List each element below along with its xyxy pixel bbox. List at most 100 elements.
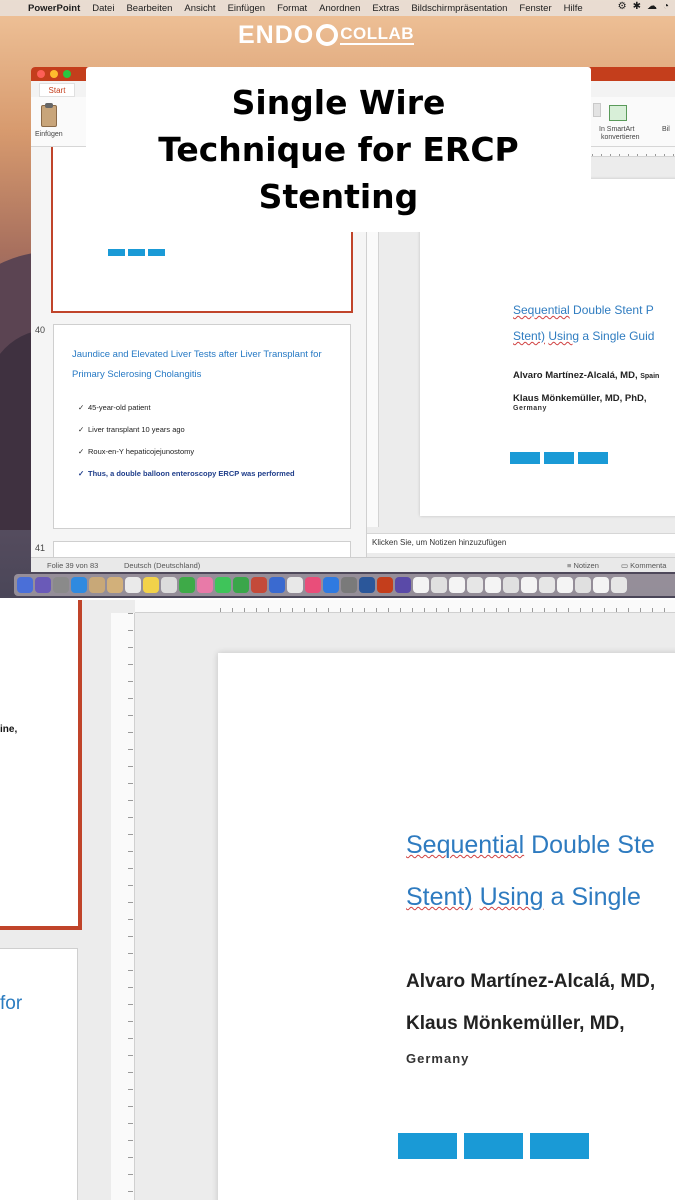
slide-number: 41 — [35, 543, 46, 553]
window-thumbnail-icon[interactable] — [431, 577, 447, 593]
wifi-icon[interactable]: ◔ — [663, 1, 669, 12]
paste-label: Einfügen — [35, 131, 63, 138]
menu-format[interactable]: Format — [277, 3, 307, 14]
zoomed-button-row — [398, 1133, 589, 1159]
logo-endo-text: ENDO — [238, 20, 315, 49]
notes-app-icon[interactable] — [107, 577, 123, 593]
minimize-window-button[interactable] — [50, 70, 58, 78]
zoom-window-button[interactable] — [63, 70, 71, 78]
reminders-icon[interactable] — [161, 577, 177, 593]
keynote-icon[interactable] — [269, 577, 285, 593]
slide-authors[interactable]: Alvaro Martínez-Alcalá, MD, Spain Klaus … — [513, 365, 659, 410]
comments-button[interactable]: ▭ Kommenta — [621, 561, 666, 570]
picture-label: Bil — [662, 126, 670, 133]
slide-blue-button — [510, 452, 540, 464]
list-item: ✓ Thus, a double balloon enteroscopy ERCP… — [78, 469, 295, 478]
close-window-button[interactable] — [37, 70, 45, 78]
safari-icon[interactable] — [71, 577, 87, 593]
facetime-icon[interactable] — [233, 577, 249, 593]
launchpad-icon[interactable] — [53, 577, 69, 593]
music-icon[interactable] — [305, 577, 321, 593]
zoomed-country: Germany — [406, 1051, 470, 1066]
menu-einfuegen[interactable]: Einfügen — [228, 3, 266, 14]
slide-blue-button — [464, 1133, 523, 1159]
menu-ansicht[interactable]: Ansicht — [184, 3, 215, 14]
stickies-icon[interactable] — [143, 577, 159, 593]
window-thumbnail-icon[interactable] — [521, 577, 537, 593]
check-icon: ✓ — [78, 447, 85, 456]
menubar-tray: ⚙ ✱ ☁ ◔ — [618, 1, 669, 12]
ribbon-scroll-button[interactable] — [593, 103, 601, 117]
menu-hilfe[interactable]: Hilfe — [564, 3, 583, 14]
macos-menubar: PowerPoint Datei Bearbeiten Ansicht Einf… — [0, 0, 675, 16]
slide-button-row — [510, 452, 608, 464]
slide-blue-button — [128, 249, 145, 256]
window-thumbnail-icon[interactable] — [467, 577, 483, 593]
notes-field[interactable]: Klicken Sie, um Notizen hinzuzufügen — [367, 533, 675, 553]
tab-start[interactable]: Start — [39, 83, 75, 97]
menu-bildschirmpraesentation[interactable]: Bildschirmpräsentation — [411, 3, 507, 14]
zoomed-author-2: Klaus Mönkemüller, MD, — [406, 1013, 625, 1034]
slide-blue-button — [108, 249, 125, 256]
slide-blue-button — [578, 452, 608, 464]
slide-blue-button — [544, 452, 574, 464]
notes-button[interactable]: ≡ Notizen — [567, 561, 599, 570]
app-store-icon[interactable] — [323, 577, 339, 593]
video-title-overlay: Single Wire Technique for ERCP Stenting — [86, 67, 591, 232]
window-thumbnail-icon[interactable] — [593, 577, 609, 593]
macos-dock — [14, 574, 675, 596]
status-bar: Folie 39 von 83 Deutsch (Deutschland) ≡ … — [31, 557, 675, 572]
smartart-label-2: konvertieren — [601, 134, 640, 141]
list-item: ✓ Liver transplant 10 years ago — [78, 425, 185, 434]
thumbnail-slide-40[interactable]: Jaundice and Elevated Liver Tests after … — [53, 324, 351, 529]
contacts-icon[interactable] — [89, 577, 105, 593]
maps-icon[interactable] — [179, 577, 195, 593]
menu-bearbeiten[interactable]: Bearbeiten — [126, 3, 172, 14]
window-thumbnail-icon[interactable] — [413, 577, 429, 593]
window-thumbnail-icon[interactable] — [539, 577, 555, 593]
word-icon[interactable] — [359, 577, 375, 593]
list-item: ✓ Roux-en-Y hepaticojejunostomy — [78, 447, 195, 456]
finder-icon[interactable] — [17, 577, 33, 593]
powerpoint-icon[interactable] — [377, 577, 393, 593]
slide-number: 40 — [35, 325, 46, 335]
list-item: ✓ 45-year-old patient — [78, 403, 151, 412]
window-thumbnail-icon[interactable] — [575, 577, 591, 593]
smartart-icon[interactable] — [609, 105, 627, 121]
window-thumbnail-icon[interactable] — [485, 577, 501, 593]
window-thumbnail-icon[interactable] — [611, 577, 627, 593]
gear-icon[interactable]: ⚙ — [618, 1, 627, 12]
menu-fenster[interactable]: Fenster — [519, 3, 551, 14]
thumbnail-text-fragment: for — [0, 993, 23, 1014]
desktop-screenshot: PowerPoint Datei Bearbeiten Ansicht Einf… — [0, 0, 675, 598]
logo-collab-text: COLLAB — [340, 24, 415, 45]
language-indicator[interactable]: Deutsch (Deutschland) — [124, 561, 200, 570]
zoomed-slide-view: ine, for Sequential Double Ste Stent) Us… — [0, 600, 675, 1200]
slide-title[interactable]: Sequential Double Stent P Stent) Using a… — [513, 297, 654, 349]
siri-icon[interactable] — [35, 577, 51, 593]
menu-extras[interactable]: Extras — [372, 3, 399, 14]
slide-country[interactable]: Germany — [513, 405, 547, 412]
video-title: Single Wire Technique for ERCP Stenting — [158, 83, 519, 216]
window-thumbnail-icon[interactable] — [503, 577, 519, 593]
cloud-icon[interactable]: ☁ — [647, 1, 657, 12]
menu-anordnen[interactable]: Anordnen — [319, 3, 360, 14]
app-icon[interactable] — [395, 577, 411, 593]
menu-datei[interactable]: Datei — [92, 3, 114, 14]
menu-app-name[interactable]: PowerPoint — [28, 3, 80, 14]
check-icon: ✓ — [78, 425, 85, 434]
zoomed-title-line-2: Stent) Using a Single — [406, 883, 641, 911]
check-icon: ✓ — [78, 469, 85, 478]
bluetooth-icon[interactable]: ✱ — [633, 1, 641, 12]
logo-ring-icon — [316, 24, 339, 46]
calendar-icon[interactable] — [125, 577, 141, 593]
photo-booth-icon[interactable] — [251, 577, 267, 593]
window-thumbnail-icon[interactable] — [557, 577, 573, 593]
system-preferences-icon[interactable] — [341, 577, 357, 593]
window-thumbnail-icon[interactable] — [449, 577, 465, 593]
paste-icon[interactable] — [41, 103, 57, 127]
messages-icon[interactable] — [215, 577, 231, 593]
numbers-icon[interactable] — [287, 577, 303, 593]
slide-blue-button — [530, 1133, 589, 1159]
photos-icon[interactable] — [197, 577, 213, 593]
